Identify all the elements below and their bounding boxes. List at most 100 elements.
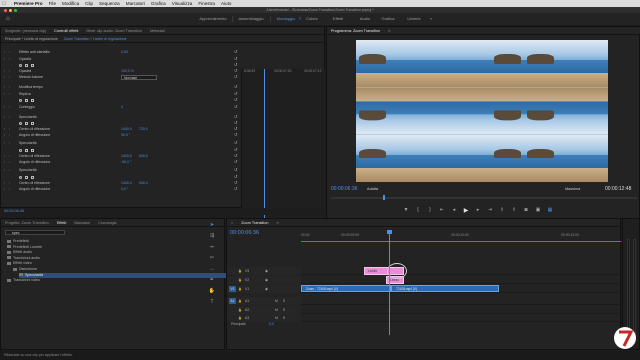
effects-search-input[interactable]: spec	[5, 230, 65, 235]
workspace-librerie[interactable]: Librerie	[404, 15, 424, 23]
quality-dropdown[interactable]: Massima	[565, 187, 580, 191]
workspace-more[interactable]: »	[428, 15, 434, 23]
reset-parameter-icon[interactable]: ↺	[234, 140, 237, 146]
close-window-button[interactable]	[4, 8, 7, 12]
timeline-track-v3[interactable]: 🔒 V3 ◉	[227, 267, 622, 275]
marker-icon[interactable]: ▼	[402, 207, 410, 214]
timeline-track-a3[interactable]: 🔒 A3 M S	[227, 314, 622, 322]
pen-tool-icon[interactable]: ✒	[207, 277, 217, 288]
ripple-edit-tool-icon[interactable]: ⟛	[207, 244, 217, 255]
type-tool-icon[interactable]: T	[207, 299, 217, 310]
hand-tool-icon[interactable]: ✋	[207, 288, 217, 299]
track-header[interactable]: 🔒 V2 ◉	[227, 276, 301, 284]
rectangle-mask-icon[interactable]	[25, 63, 28, 67]
fit-dropdown[interactable]: Adatta	[367, 187, 378, 191]
lock-icon[interactable]: 🔒	[238, 267, 242, 275]
eye-icon[interactable]: ◉	[265, 276, 268, 284]
razor-tool-icon[interactable]: ✂	[207, 255, 217, 266]
out-icon[interactable]: }	[426, 207, 434, 214]
disclosure-triangle-icon[interactable]: ›	[4, 140, 5, 146]
effect-property-value[interactable]: 0,0 °	[121, 186, 128, 192]
program-menu-icon[interactable]: ≡	[384, 29, 394, 33]
ec-sequence-clip[interactable]: Zoom Transition * Livello di regolazione	[58, 37, 127, 41]
blend-mode-dropdown[interactable]: Normale	[121, 74, 157, 80]
lock-icon[interactable]: 🔒	[238, 276, 242, 284]
reset-parameter-icon[interactable]: ↺	[234, 159, 237, 165]
disclosure-triangle-icon[interactable]: ›	[4, 186, 5, 192]
effect-property-value[interactable]: 90,0 °	[121, 132, 130, 138]
track-header[interactable]: V1 🔒 V1 ◉	[227, 285, 301, 293]
effect-property-row[interactable]: › ◦ Metodo fusione Normale ↺	[1, 74, 241, 80]
effect-property-row[interactable]: › ◦ Modifica tempo ↺	[1, 84, 241, 90]
ec-playhead[interactable]	[264, 69, 265, 229]
effects-tree-item-selected[interactable]: Specularità	[19, 272, 229, 279]
effect-property-row[interactable]: › ◦ Specularità ↺	[1, 140, 241, 146]
program-timecode[interactable]: 00:00:06:36	[331, 186, 357, 192]
timeline-close-icon[interactable]: ×	[227, 221, 237, 225]
zoom-window-button[interactable]	[14, 8, 17, 12]
stopwatch-icon[interactable]: ◦	[9, 140, 10, 146]
reset-parameter-icon[interactable]: ↺	[234, 49, 237, 55]
step-forward-icon[interactable]: ▸	[474, 207, 482, 214]
timeline-ruler[interactable]: 00:00 00:00:05:00 00:00:10:00 00:00:15:0…	[301, 233, 621, 241]
tab-program[interactable]: Programma: Zoom Transition	[327, 29, 384, 33]
selection-tool-icon[interactable]: ➤	[207, 222, 217, 233]
settings-icon[interactable]: ▦	[546, 207, 554, 214]
extract-icon[interactable]: ⇪	[510, 207, 518, 214]
lock-icon[interactable]: 🔒	[238, 306, 242, 314]
tab-effects[interactable]: Effetti	[53, 221, 71, 225]
play-icon[interactable]: ▶	[462, 207, 470, 214]
rectangle-mask-icon[interactable]	[25, 148, 28, 152]
go-out-icon[interactable]: ⇥	[486, 207, 494, 214]
reset-parameter-icon[interactable]: ↺	[234, 104, 237, 110]
effect-property-row[interactable]: › ◦ Conteggio 3 ↺	[1, 104, 241, 110]
eye-icon[interactable]: ◉	[265, 267, 268, 275]
menu-file[interactable]: File	[49, 1, 56, 6]
stopwatch-icon[interactable]: ◦	[9, 104, 10, 110]
reset-parameter-icon[interactable]: ↺	[234, 132, 237, 138]
home-icon[interactable]: ⌂	[6, 16, 12, 22]
pen-mask-icon[interactable]	[31, 175, 34, 179]
menu-clip[interactable]: Clip	[85, 1, 93, 6]
program-scrub-head[interactable]	[383, 195, 385, 200]
effect-property-row[interactable]: › ◦ Angolo di riflessione 90,0 ° ↺	[1, 132, 241, 138]
solo-button[interactable]: S	[283, 306, 285, 314]
disclosure-triangle-icon[interactable]: ›	[4, 74, 5, 80]
ec-timecode[interactable]: 00:00:06:36	[0, 208, 325, 215]
effects-tree-item[interactable]: Transizioni video	[7, 278, 40, 284]
pen-mask-icon[interactable]	[31, 148, 34, 152]
tab-source[interactable]: Sorgente: (nessuna clip)	[1, 29, 50, 33]
stopwatch-icon[interactable]: ◦	[9, 167, 10, 173]
compare-icon[interactable]: ▣	[534, 207, 542, 214]
track-header[interactable]: 🔒 V3 ◉	[227, 267, 301, 275]
effect-property-row[interactable]: › ◦ Angolo di riflessione -90,0 ° ↺	[1, 159, 241, 165]
timeline-track-a1[interactable]: A1 🔒 A1 M S	[227, 297, 622, 305]
mask-shape-icons[interactable]	[19, 97, 37, 103]
effect-property-value[interactable]: -90,0 °	[121, 159, 131, 165]
track-header[interactable]: 🔒 A2 M S	[227, 306, 301, 314]
timeline-timecode[interactable]: 00:00:06:36	[230, 230, 259, 236]
disclosure-triangle-icon[interactable]: ›	[4, 84, 5, 90]
tab-history[interactable]: Cronologia	[94, 221, 120, 225]
rectangle-mask-icon[interactable]	[25, 98, 28, 102]
menu-modifica[interactable]: Modifica	[62, 1, 79, 6]
menu-app[interactable]: Premiere Pro	[14, 1, 43, 6]
ellipse-mask-icon[interactable]	[19, 63, 22, 67]
disclosure-triangle-icon[interactable]: ›	[4, 132, 5, 138]
timeline-track-v2[interactable]: 🔒 V2 ◉	[227, 276, 622, 284]
effect-property-value[interactable]: 0,00	[121, 49, 128, 55]
menu-sequenza[interactable]: Sequenza	[99, 1, 120, 6]
workspace-effetti[interactable]: Effetti	[330, 15, 346, 23]
effect-property-value[interactable]: 3	[121, 104, 123, 110]
tab-audio-clip-mixer[interactable]: Mixer clip audio: Zoom Transition	[82, 29, 146, 33]
solo-button[interactable]: S	[283, 314, 285, 322]
ellipse-mask-icon[interactable]	[19, 121, 22, 125]
program-scrub-bar[interactable]	[331, 195, 637, 200]
effect-property-row[interactable]: › ◦ Angolo di riflessione 0,0 ° ↺	[1, 186, 241, 192]
ellipse-mask-icon[interactable]	[19, 175, 22, 179]
ellipse-mask-icon[interactable]	[19, 98, 22, 102]
workspace-apprendimento[interactable]: Apprendimento	[196, 15, 230, 23]
track-select-tool-icon[interactable]: ⇶	[207, 233, 217, 244]
stopwatch-icon[interactable]: ◦	[9, 74, 10, 80]
minimize-window-button[interactable]	[9, 8, 12, 12]
